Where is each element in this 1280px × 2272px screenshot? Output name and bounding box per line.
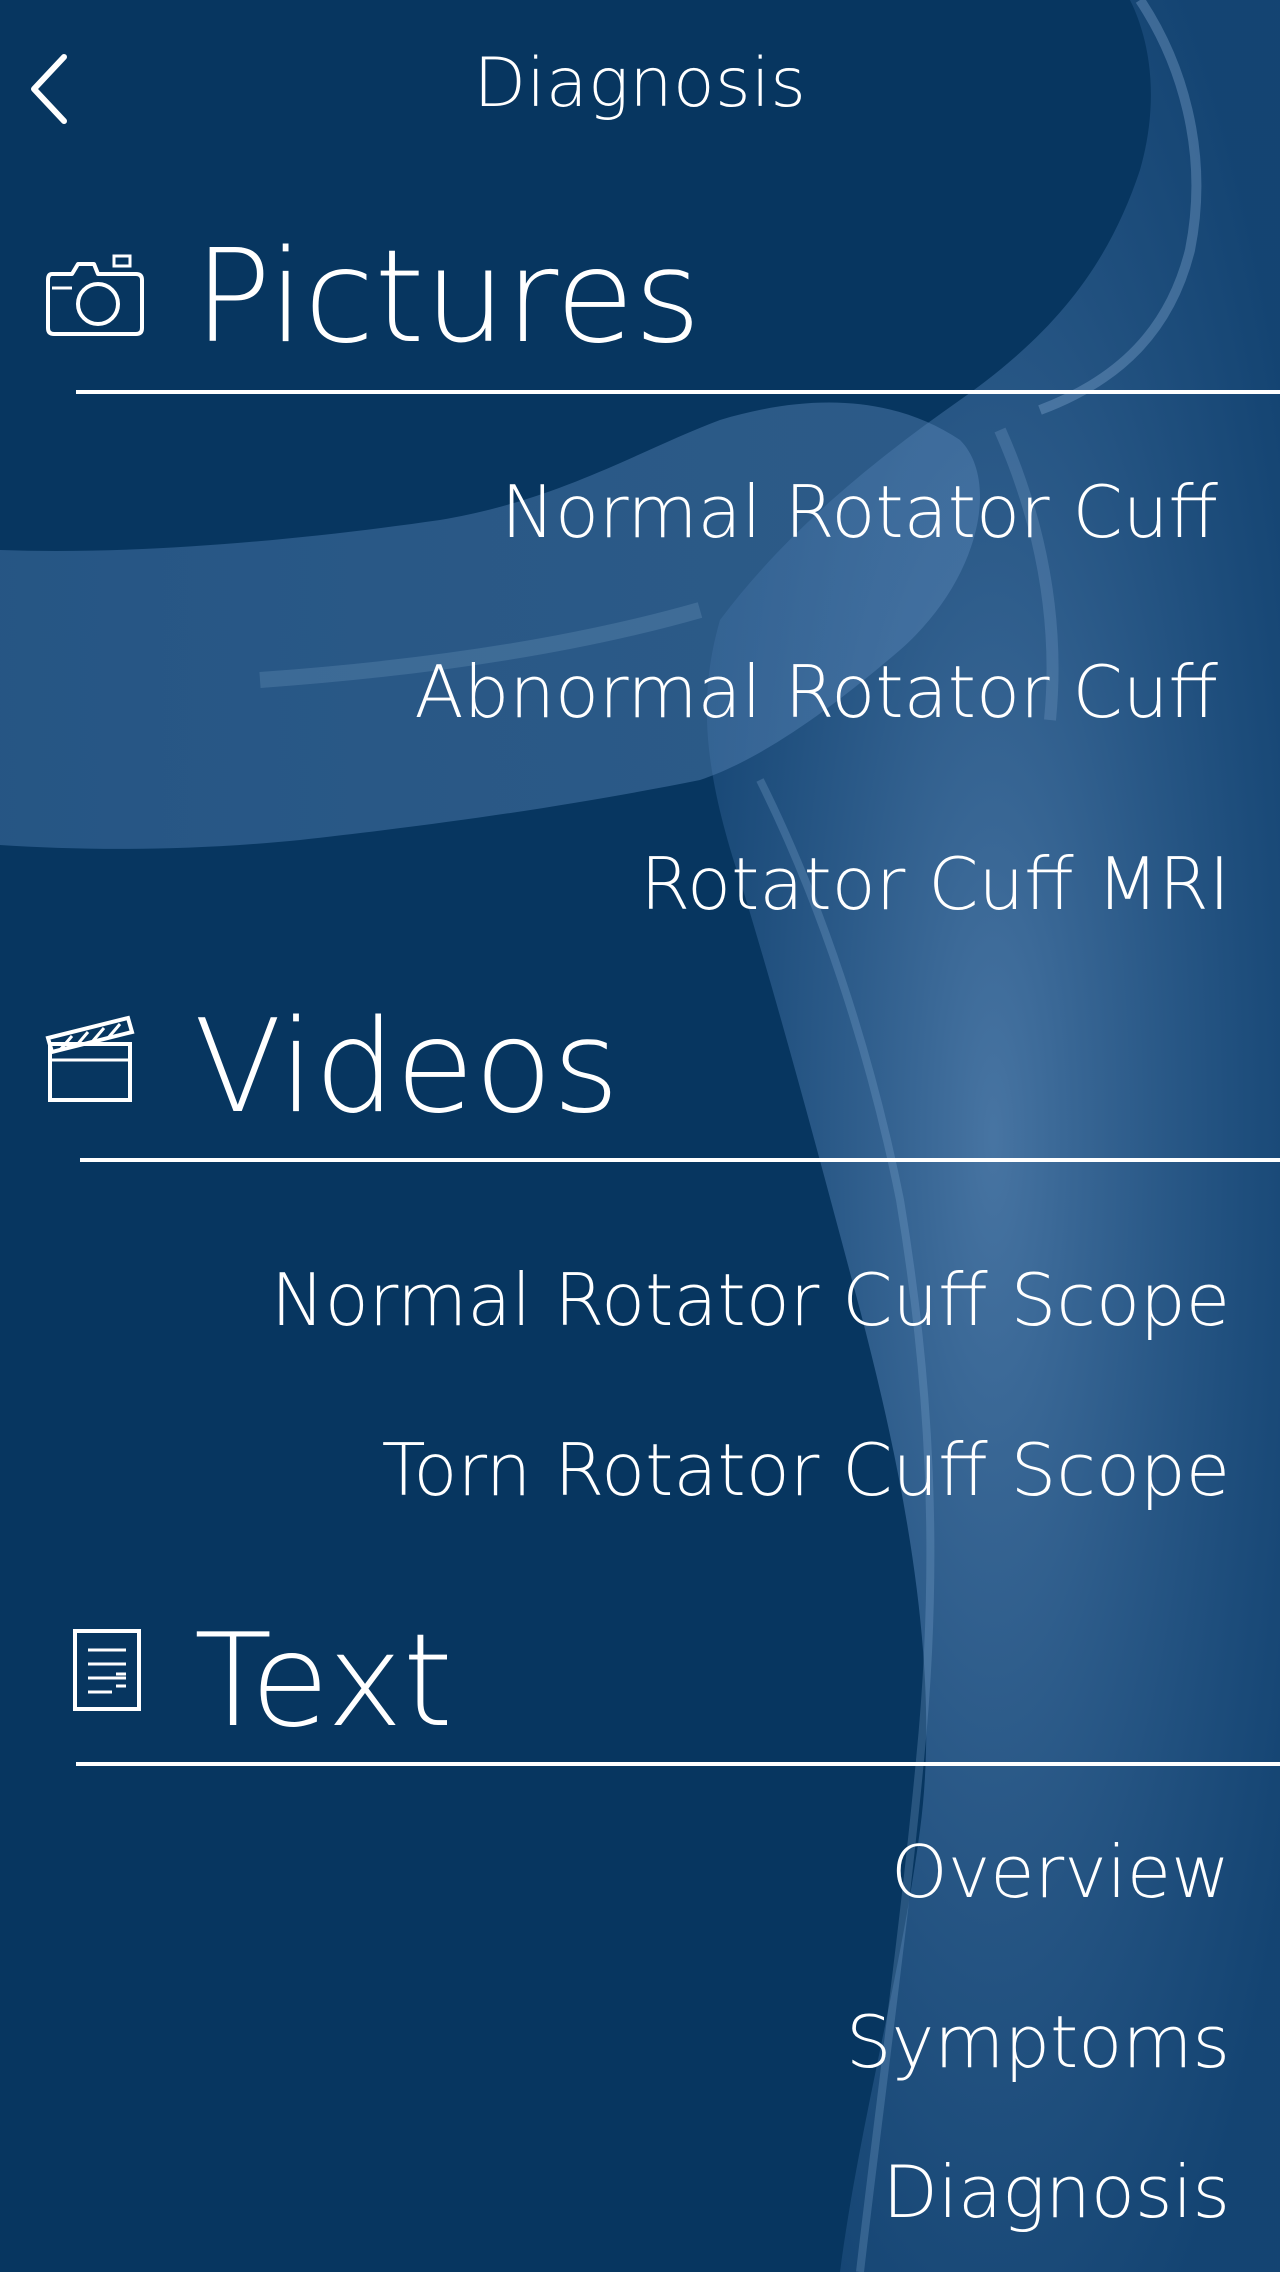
section-title-videos: Videos xyxy=(194,993,620,1142)
list-item-normal-rotator-cuff[interactable]: Normal Rotator Cuff xyxy=(501,476,1218,548)
list-item-normal-rotator-cuff-scope[interactable]: Normal Rotator Cuff Scope xyxy=(271,1264,1230,1336)
document-icon xyxy=(73,1629,141,1711)
list-item-diagnosis[interactable]: Diagnosis xyxy=(883,2156,1230,2228)
section-divider xyxy=(76,390,1280,394)
list-item-overview[interactable]: Overview xyxy=(891,1836,1230,1908)
page-title: Diagnosis xyxy=(473,44,807,123)
diagnosis-screen: Diagnosis Pictures Normal Rotator Cuff A… xyxy=(0,0,1280,2272)
clapperboard-icon xyxy=(45,1015,135,1102)
section-divider xyxy=(76,1762,1280,1766)
list-item-rotator-cuff-mri[interactable]: Rotator Cuff MRI xyxy=(640,848,1230,920)
section-title-text: Text xyxy=(194,1607,453,1756)
section-title-pictures: Pictures xyxy=(194,223,701,372)
list-item-symptoms[interactable]: Symptoms xyxy=(846,2006,1230,2078)
list-item-abnormal-rotator-cuff[interactable]: Abnormal Rotator Cuff xyxy=(414,656,1218,728)
list-item-torn-rotator-cuff-scope[interactable]: Torn Rotator Cuff Scope xyxy=(382,1434,1230,1506)
camera-icon xyxy=(46,254,144,336)
section-divider xyxy=(80,1158,1280,1162)
